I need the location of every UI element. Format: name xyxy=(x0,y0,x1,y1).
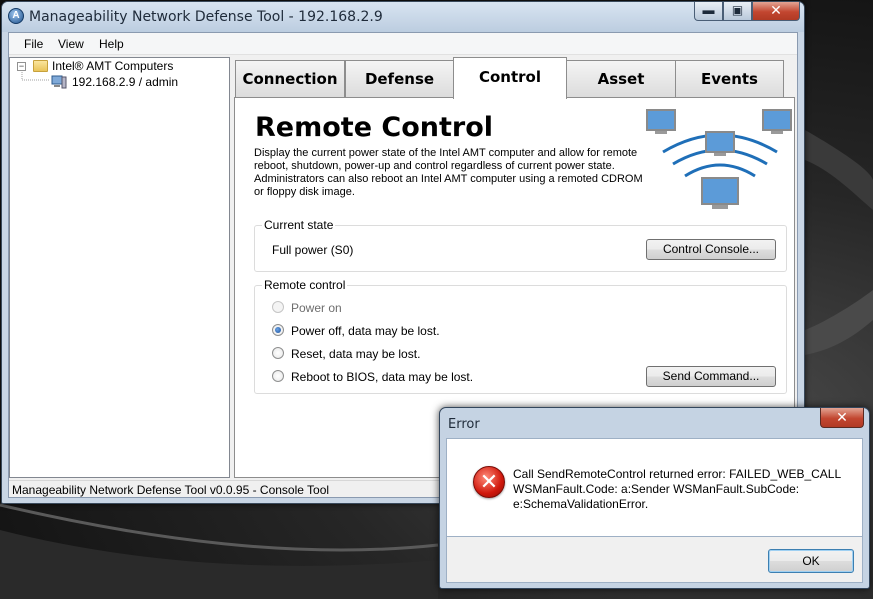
menu-bar: File View Help xyxy=(9,33,797,55)
error-icon: ✕ xyxy=(473,466,505,498)
error-dialog: Error ✕ ✕ Call SendRemoteControl returne… xyxy=(439,407,870,589)
radio-label: Power on xyxy=(291,301,342,315)
network-computers-icon xyxy=(646,109,792,209)
computer-tree[interactable]: − Intel® AMT Computers 192.168.2.9 / adm… xyxy=(9,57,230,478)
tree-item-computer[interactable]: 192.168.2.9 / admin xyxy=(10,74,210,90)
radio-button[interactable] xyxy=(272,347,284,359)
tree-root-label: Intel® AMT Computers xyxy=(52,59,174,73)
remote-control-label: Remote control xyxy=(262,278,348,292)
page-title: Remote Control xyxy=(255,112,494,143)
radio-label: Power off, data may be lost. xyxy=(291,324,440,338)
send-command-button[interactable]: Send Command... xyxy=(646,366,776,387)
dialog-footer: OK xyxy=(446,537,863,583)
current-state-group: Current state Full power (S0) Control Co… xyxy=(254,218,787,272)
dialog-body: ✕ Call SendRemoteControl returned error:… xyxy=(446,438,863,537)
radio-label: Reset, data may be lost. xyxy=(291,347,421,361)
radio-button-selected[interactable] xyxy=(272,324,284,336)
collapse-icon[interactable]: − xyxy=(17,62,26,71)
tab-events[interactable]: Events xyxy=(675,60,784,97)
folder-icon xyxy=(33,60,48,72)
computer-icon xyxy=(51,75,67,89)
error-message: Call SendRemoteControl returned error: F… xyxy=(513,467,841,511)
control-console-button[interactable]: Control Console... xyxy=(646,239,776,260)
radio-label: Reboot to BIOS, data may be lost. xyxy=(291,370,474,384)
panel-description: Display the current power state of the I… xyxy=(254,147,643,198)
dialog-close-button[interactable]: ✕ xyxy=(820,408,864,428)
current-state-label: Current state xyxy=(262,218,336,232)
radio-button[interactable] xyxy=(272,370,284,382)
tab-defense[interactable]: Defense xyxy=(345,60,454,97)
maximize-button[interactable]: ▣ xyxy=(723,2,752,21)
menu-help[interactable]: Help xyxy=(99,37,124,51)
tab-asset[interactable]: Asset xyxy=(566,60,676,97)
tab-control[interactable]: Control xyxy=(453,57,567,99)
ok-button[interactable]: OK xyxy=(768,549,854,573)
minimize-button[interactable]: ▬ xyxy=(694,2,723,21)
close-button[interactable]: ✕ xyxy=(752,2,800,21)
power-state-value: Full power (S0) xyxy=(272,243,354,257)
window-title: Manageability Network Defense Tool - 192… xyxy=(29,9,383,25)
tab-connection[interactable]: Connection xyxy=(235,60,345,97)
tree-item-label: 192.168.2.9 / admin xyxy=(72,75,179,89)
title-bar[interactable]: A Manageability Network Defense Tool - 1… xyxy=(2,2,804,32)
menu-view[interactable]: View xyxy=(58,37,84,51)
menu-file[interactable]: File xyxy=(24,37,43,51)
dialog-title: Error xyxy=(448,417,480,432)
remote-control-group: Remote control Power on Power off, data … xyxy=(254,278,787,394)
radio-button[interactable] xyxy=(272,301,284,313)
app-icon: A xyxy=(8,8,24,24)
